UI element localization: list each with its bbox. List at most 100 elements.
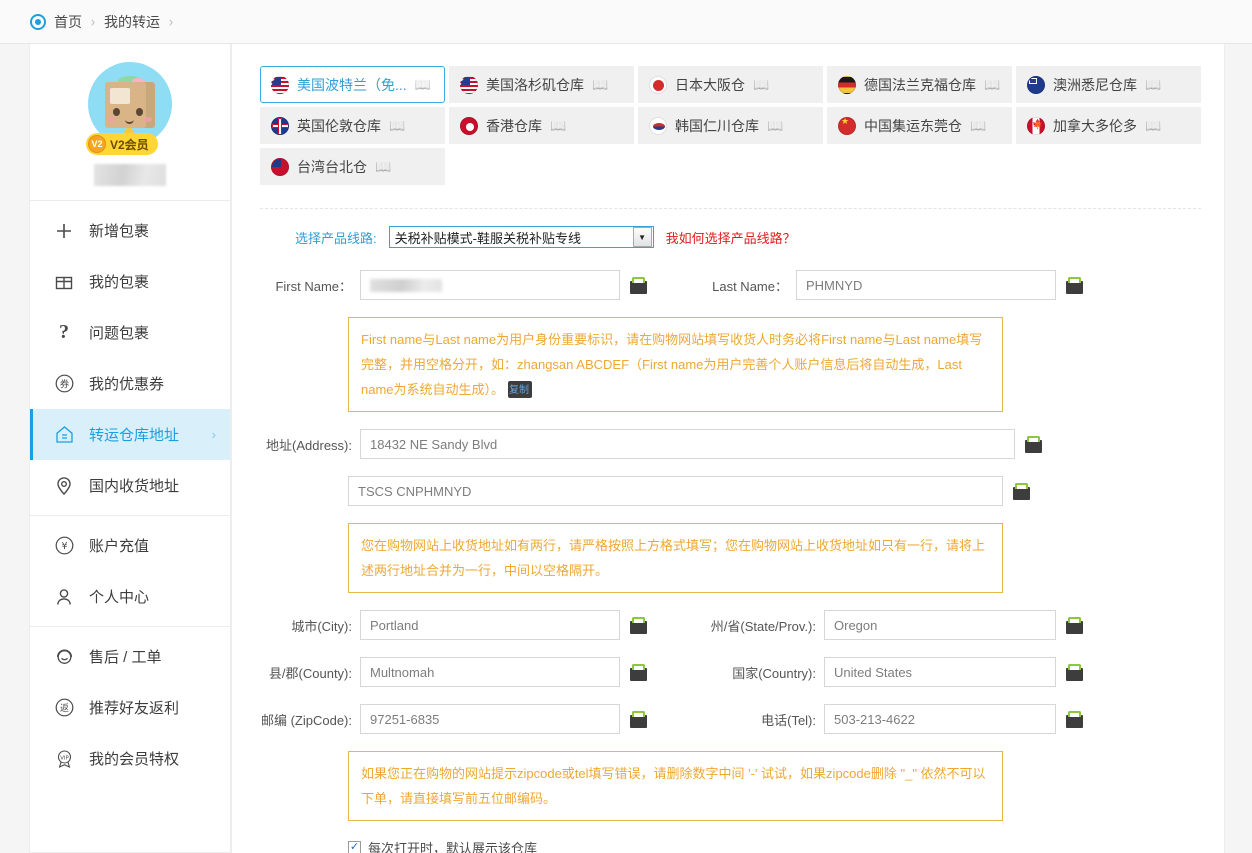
warehouse-tab-label: 德国法兰克福仓库 (864, 75, 976, 95)
breadcrumb-separator: › (91, 13, 96, 31)
vip-medal-icon: VIP (52, 747, 76, 771)
sidebar-item-aftersale-ticket[interactable]: 售后 / 工单 (30, 631, 230, 682)
sidebar-group-packages: 新增包裹 我的包裹 ? 问题包裹 券 (30, 201, 230, 516)
zipcode-note: 如果您正在购物的网站提示zipcode或tel填写错误，请删除数字中间 '-' … (348, 751, 1003, 821)
copy-icon[interactable] (630, 277, 647, 294)
warehouse-address-form: First Name： Last Name： PHMNYD (260, 248, 1201, 853)
avatar-wrapper: V2 V2会员 (88, 62, 172, 146)
book-icon[interactable]: 📖 (984, 77, 1000, 93)
copy-icon[interactable] (508, 381, 532, 398)
book-icon[interactable]: 📖 (970, 118, 986, 134)
city-input[interactable]: Portland (360, 610, 620, 640)
sidebar-item-label: 转运仓库地址 (89, 424, 199, 445)
sidebar-item-my-packages[interactable]: 我的包裹 (30, 256, 230, 307)
tel-input[interactable]: 503-213-4622 (824, 704, 1056, 734)
avatar-box-flap (110, 88, 130, 104)
state-input[interactable]: Oregon (824, 610, 1056, 640)
book-icon[interactable]: 📖 (1145, 118, 1161, 134)
breadcrumb-item-my-transport[interactable]: 我的转运 (104, 12, 160, 32)
chevron-down-icon[interactable]: ▼ (633, 227, 652, 247)
warehouse-tab-7[interactable]: 韩国仁川仓库 📖 (638, 107, 823, 144)
address-note: 您在购物网站上收货地址如有两行，请严格按照上方格式填写；您在购物网站上收货地址如… (348, 523, 1003, 593)
membership-level-label: V2会员 (110, 136, 149, 153)
book-icon[interactable]: 📖 (592, 77, 608, 93)
warehouse-tab-label: 台湾台北仓 (297, 157, 367, 177)
address-label: 地址(Address): (260, 435, 360, 454)
warehouse-tab-0[interactable]: 美国波特兰（免...📖 (260, 66, 445, 103)
location-pin-icon (52, 474, 76, 498)
sidebar-item-recharge[interactable]: ¥ 账户充值 (30, 520, 230, 571)
warehouse-tab-6[interactable]: 香港仓库📖 (449, 107, 634, 144)
copy-icon[interactable] (1025, 436, 1042, 453)
warehouse-tab-9[interactable]: 加拿大多伦多📖 (1016, 107, 1201, 144)
sidebar-item-personal-center[interactable]: 个人中心 (30, 571, 230, 622)
copy-icon[interactable] (1066, 277, 1083, 294)
sidebar-item-domestic-address[interactable]: 国内收货地址 (30, 460, 230, 511)
copy-icon[interactable] (630, 617, 647, 634)
sidebar-group-service: 售后 / 工单 返 推荐好友返利 VIP (30, 627, 230, 788)
breadcrumb-separator-2: › (169, 13, 174, 31)
sidebar-item-my-coupons[interactable]: 券 我的优惠券 (30, 358, 230, 409)
warehouse-tab-2[interactable]: 日本大阪仓📖 (638, 66, 823, 103)
main-content: 美国波特兰（免...📖美国洛杉矶仓库📖日本大阪仓📖德国法兰克福仓库📖澳洲悉尼仓库… (231, 44, 1225, 853)
country-field-group: 国家(Country): United States (696, 657, 1083, 687)
county-input[interactable]: Multnomah (360, 657, 620, 687)
sidebar-item-problem-packages[interactable]: ? 问题包裹 (30, 307, 230, 358)
chevron-right-icon: › (212, 427, 216, 442)
default-warehouse-checkbox-label: 每次打开时，默认展示该仓库 (368, 838, 537, 853)
address2-input[interactable]: TSCS CNPHMNYD (348, 476, 1003, 506)
book-icon[interactable]: 📖 (753, 77, 769, 93)
warehouse-tab-label: 韩国仁川仓库 (675, 116, 759, 136)
zipcode-input[interactable]: 97251-6835 (360, 704, 620, 734)
address-row: 地址(Address): 18432 NE Sandy Blvd (260, 429, 1201, 459)
book-icon[interactable]: 📖 (389, 118, 405, 134)
book-icon[interactable]: 📖 (375, 159, 391, 175)
warehouse-tab-4[interactable]: 澳洲悉尼仓库📖 (1016, 66, 1201, 103)
last-name-input[interactable]: PHMNYD (796, 270, 1056, 300)
coupon-icon: 券 (52, 372, 76, 396)
book-icon[interactable]: 📖 (415, 77, 431, 93)
address-input[interactable]: 18432 NE Sandy Blvd (360, 429, 1015, 459)
sidebar-item-new-package[interactable]: 新增包裹 (30, 205, 230, 256)
product-line-help-link[interactable]: 我如何选择产品线路？ (666, 228, 796, 247)
sidebar-item-warehouse-address[interactable]: 转运仓库地址 › (30, 409, 230, 460)
warehouse-tab-10[interactable]: 台湾台北仓 📖 (260, 148, 445, 185)
jp-flag-icon (649, 76, 667, 94)
sidebar-item-label: 问题包裹 (89, 322, 216, 343)
breadcrumb: 首页 › 我的转运 › (0, 0, 1252, 44)
copy-icon[interactable] (1066, 617, 1083, 634)
copy-icon[interactable] (630, 711, 647, 728)
tel-label: 电话(Tel): (696, 710, 824, 729)
book-icon[interactable]: 📖 (1145, 77, 1161, 93)
copy-icon[interactable] (1013, 483, 1030, 500)
product-line-select[interactable]: 关税补贴模式-鞋服关税补贴专线 ▼ (389, 226, 654, 248)
warehouse-tab-1[interactable]: 美国洛杉矶仓库📖 (449, 66, 634, 103)
yuan-coin-icon: ¥ (52, 534, 76, 558)
county-field-group: 县/郡(County): Multnomah (260, 657, 647, 687)
default-warehouse-checkbox-row[interactable]: ✓ 每次打开时，默认展示该仓库 (348, 838, 1201, 853)
copy-icon[interactable] (630, 664, 647, 681)
user-icon (52, 585, 76, 609)
book-icon[interactable]: 📖 (767, 118, 783, 134)
warehouse-tab-3[interactable]: 德国法兰克福仓库 📖 (827, 66, 1012, 103)
au-flag-icon (1027, 76, 1045, 94)
address-field-group: 地址(Address): 18432 NE Sandy Blvd (260, 429, 1042, 459)
tel-field-group: 电话(Tel): 503-213-4622 (696, 704, 1083, 734)
copy-icon[interactable] (1066, 711, 1083, 728)
county-label: 县/郡(County): (260, 663, 360, 682)
sidebar-item-member-privileges[interactable]: VIP 我的会员特权 (30, 733, 230, 784)
warehouse-tab-5[interactable]: 英国伦敦仓库📖 (260, 107, 445, 144)
country-input[interactable]: United States (824, 657, 1056, 687)
first-name-input[interactable] (360, 270, 620, 300)
warehouse-tab-8[interactable]: 中国集运东莞仓📖 (827, 107, 1012, 144)
sidebar-item-label: 售后 / 工单 (89, 646, 216, 667)
first-name-field-group: First Name： (260, 270, 647, 300)
location-pin-icon (30, 14, 46, 30)
username-redacted (94, 164, 166, 186)
first-name-label: First Name： (260, 276, 360, 295)
sidebar-item-referral-rebate[interactable]: 返 推荐好友返利 (30, 682, 230, 733)
breadcrumb-item-home[interactable]: 首页 (54, 12, 82, 32)
book-icon[interactable]: 📖 (550, 118, 566, 134)
default-warehouse-checkbox[interactable]: ✓ (348, 841, 361, 853)
copy-icon[interactable] (1066, 664, 1083, 681)
